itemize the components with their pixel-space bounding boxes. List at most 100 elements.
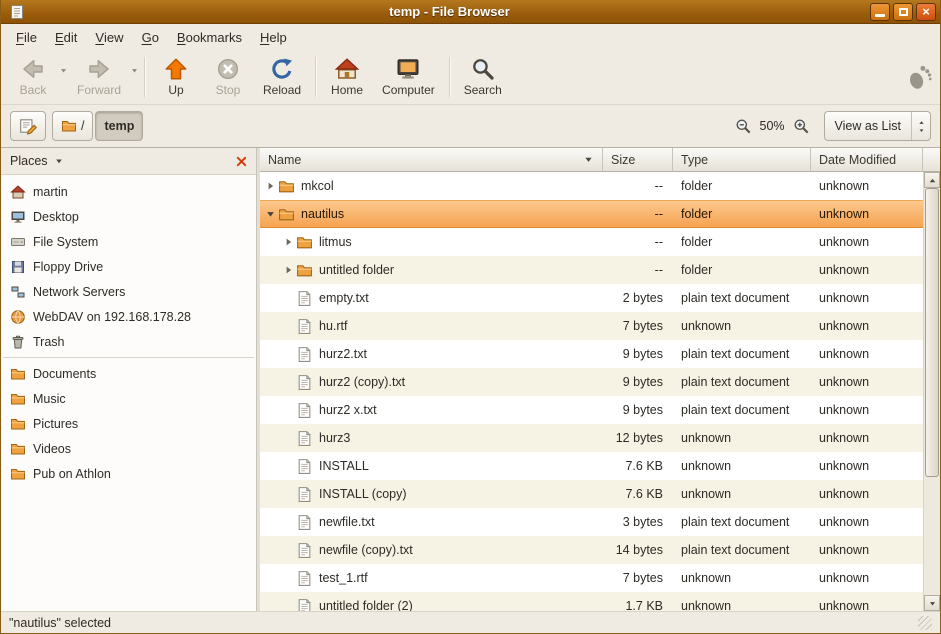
zoom-in-button[interactable]	[793, 118, 810, 135]
path-button-[interactable]: /	[52, 111, 93, 141]
expander-spacer	[281, 544, 296, 556]
forward-dropdown-arrow-icon[interactable]	[130, 66, 139, 75]
toolbar-separator	[144, 57, 145, 97]
stop-label: Stop	[216, 83, 241, 97]
file-row-hurz2-x-txt[interactable]: hurz2 x.txt9 bytesplain text documentunk…	[260, 396, 923, 424]
file-row-nautilus[interactable]: nautilus--folderunknown	[260, 200, 923, 228]
expander-collapsed-icon[interactable]	[281, 236, 296, 248]
file-name: empty.txt	[319, 291, 369, 305]
back-dropdown-arrow-icon[interactable]	[59, 66, 68, 75]
header-corner	[923, 148, 940, 172]
forward-button[interactable]: Forward	[68, 54, 130, 100]
sidebar-item-pictures[interactable]: Pictures	[1, 411, 256, 436]
sidebar-item-pub-on-athlon[interactable]: Pub on Athlon	[1, 461, 256, 486]
sidebar-close-button[interactable]	[231, 151, 251, 171]
resize-grip[interactable]	[918, 616, 932, 630]
menu-item-edit[interactable]: Edit	[46, 24, 86, 50]
sidebar-item-music[interactable]: Music	[1, 386, 256, 411]
file-size: 3 bytes	[603, 515, 673, 529]
sidebar-item-webdav-on-192-168-178-28[interactable]: WebDAV on 192.168.178.28	[1, 304, 256, 329]
vertical-scrollbar[interactable]	[923, 172, 940, 611]
file-row-untitled-folder-2[interactable]: untitled folder (2)1.7 KBunknownunknown	[260, 592, 923, 611]
file-name: INSTALL (copy)	[319, 487, 407, 501]
sidebar-item-videos[interactable]: Videos	[1, 436, 256, 461]
file-row-litmus[interactable]: litmus--folderunknown	[260, 228, 923, 256]
file-row-hurz3[interactable]: hurz312 bytesunknownunknown	[260, 424, 923, 452]
cell-name: litmus	[260, 234, 603, 251]
stop-button[interactable]: Stop	[202, 54, 254, 100]
column-header-date-modified[interactable]: Date Modified	[811, 148, 923, 172]
file-row-hurz2-copy-txt[interactable]: hurz2 (copy).txt9 bytesplain text docume…	[260, 368, 923, 396]
path-button-temp[interactable]: temp	[95, 111, 143, 141]
back-label: Back	[20, 83, 47, 97]
place-label: Videos	[33, 442, 71, 456]
close-icon: ×	[917, 4, 935, 20]
menu-item-file[interactable]: File	[7, 24, 46, 50]
reload-button-group: Reload	[254, 54, 310, 100]
column-label: Type	[681, 153, 708, 167]
scrollbar-track[interactable]	[924, 188, 940, 595]
home-button[interactable]: Home	[321, 54, 373, 100]
sidebar-item-file-system[interactable]: File System	[1, 229, 256, 254]
file-row-newfile-copy-txt[interactable]: newfile (copy).txt14 bytesplain text doc…	[260, 536, 923, 564]
file-row-empty-txt[interactable]: empty.txt2 bytesplain text documentunkno…	[260, 284, 923, 312]
cell-name: test_1.rtf	[260, 570, 603, 587]
webdav-icon	[10, 309, 26, 325]
file-row-hu-rtf[interactable]: hu.rtf7 bytesunknownunknown	[260, 312, 923, 340]
toggle-location-entry-button[interactable]	[10, 111, 46, 141]
expander-expanded-icon[interactable]	[263, 208, 278, 220]
file-row-mkcol[interactable]: mkcol--folderunknown	[260, 172, 923, 200]
sidebar-item-trash[interactable]: Trash	[1, 329, 256, 354]
computer-button[interactable]: Computer	[373, 54, 444, 100]
maximize-icon	[899, 8, 908, 16]
scrollbar-thumb[interactable]	[925, 188, 939, 477]
places-pane-selector[interactable]: Places	[10, 154, 48, 168]
column-header-type[interactable]: Type	[673, 148, 811, 172]
file-list-body: mkcol--folderunknownnautilus--folderunkn…	[260, 172, 923, 611]
trash-icon	[10, 334, 26, 350]
place-label: File System	[33, 235, 98, 249]
file-row-install[interactable]: INSTALL7.6 KBunknownunknown	[260, 452, 923, 480]
sidebar-item-network-servers[interactable]: Network Servers	[1, 279, 256, 304]
file-row-install-copy[interactable]: INSTALL (copy)7.6 KBunknownunknown	[260, 480, 923, 508]
column-header-name[interactable]: Name	[260, 148, 603, 172]
back-button[interactable]: Back	[7, 54, 59, 100]
file-name: newfile (copy).txt	[319, 543, 413, 557]
scroll-up-button[interactable]	[924, 172, 940, 188]
titlebar[interactable]: temp - File Browser ×	[1, 0, 940, 24]
menu-item-view[interactable]: View	[86, 24, 132, 50]
column-header-size[interactable]: Size	[603, 148, 673, 172]
expander-collapsed-icon[interactable]	[281, 264, 296, 276]
file-row-hurz2-txt[interactable]: hurz2.txt9 bytesplain text documentunkno…	[260, 340, 923, 368]
close-button[interactable]: ×	[916, 3, 936, 21]
sidebar-item-desktop[interactable]: Desktop	[1, 204, 256, 229]
file-type: folder	[673, 263, 811, 277]
place-label: Desktop	[33, 210, 79, 224]
maximize-button[interactable]	[893, 3, 913, 21]
file-size: 7 bytes	[603, 571, 673, 585]
reload-button[interactable]: Reload	[254, 54, 310, 100]
up-button[interactable]: Up	[150, 54, 202, 100]
scroll-down-button[interactable]	[924, 595, 940, 611]
sidebar-item-martin[interactable]: martin	[1, 179, 256, 204]
expander-collapsed-icon[interactable]	[263, 180, 278, 192]
sidebar-item-floppy-drive[interactable]: Floppy Drive	[1, 254, 256, 279]
file-row-test-1-rtf[interactable]: test_1.rtf7 bytesunknownunknown	[260, 564, 923, 592]
search-button-group: Search	[455, 54, 511, 100]
menu-item-help[interactable]: Help	[251, 24, 296, 50]
minimize-button[interactable]	[870, 3, 890, 21]
file-size: --	[603, 179, 673, 193]
file-row-newfile-txt[interactable]: newfile.txt3 bytesplain text documentunk…	[260, 508, 923, 536]
computer-icon	[396, 57, 420, 81]
file-date-modified: unknown	[811, 235, 923, 249]
menu-item-bookmarks[interactable]: Bookmarks	[168, 24, 251, 50]
network-icon	[10, 284, 26, 300]
view-mode-selector[interactable]: View as List	[824, 111, 931, 141]
file-row-untitled-folder[interactable]: untitled folder--folderunknown	[260, 256, 923, 284]
folder-icon	[278, 178, 295, 195]
zoom-out-button[interactable]	[735, 118, 752, 135]
sidebar-header: Places	[1, 148, 256, 175]
sidebar-item-documents[interactable]: Documents	[1, 361, 256, 386]
search-button[interactable]: Search	[455, 54, 511, 100]
menu-item-go[interactable]: Go	[133, 24, 168, 50]
